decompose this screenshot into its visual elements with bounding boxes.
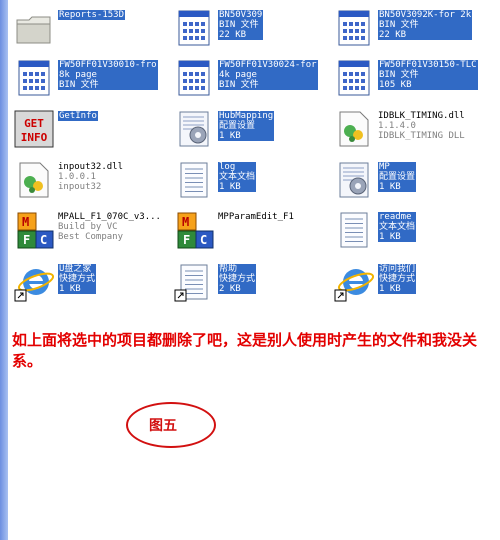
bin-file-icon — [14, 58, 54, 98]
file-name: FW50FF01V30010-fro — [58, 60, 158, 70]
getinfo-badge-info: INFO — [21, 131, 48, 144]
svg-text:C: C — [40, 233, 47, 247]
file-detail: Build by VC — [58, 222, 118, 232]
file-detail: 1 KB — [218, 131, 275, 141]
bin-file-icon — [334, 58, 374, 98]
file-label: 访问我们 快捷方式 1 KB — [378, 264, 417, 294]
file-label: inpout32.dll 1.0.0.1 inpout32 — [58, 162, 123, 192]
file-label: BN50V309 BIN 文件 22 KB — [218, 10, 264, 40]
bin-file-icon — [174, 8, 214, 48]
file-label: MP 配置设置 1 KB — [378, 162, 417, 192]
file-detail: 1.1.4.0 — [378, 121, 416, 131]
file-name: 帮助 — [218, 264, 257, 274]
file-detail: 1 KB — [378, 182, 417, 192]
ie-shortcut-icon — [14, 262, 55, 302]
text-file-icon — [334, 210, 374, 250]
file-label: log 文本文档 1 KB — [218, 162, 257, 192]
file-detail: 快捷方式 — [58, 274, 97, 284]
dll-file-icon — [14, 160, 54, 200]
file-label: Reports-153D — [58, 10, 126, 20]
file-name: MPALL_F1_070C_v3... — [58, 212, 161, 222]
file-label: U盘之家 快捷方式 1 KB — [58, 264, 97, 294]
file-label: FW50FF01V30010-fro 8k page BIN 文件 — [58, 60, 158, 90]
svg-text:M: M — [182, 215, 189, 229]
file-detail: BIN 文件 — [58, 80, 158, 90]
file-detail: inpout32 — [58, 182, 102, 192]
file-detail: 105 KB — [378, 80, 478, 90]
file-detail: BIN 文件 — [218, 80, 318, 90]
file-label: HubMapping 配置设置 1 KB — [218, 111, 275, 141]
caption-text: 如上面将选中的项目都删除了吧，这是别人使用时产生的文件和我没关系。 — [12, 331, 478, 370]
text-shortcut-icon — [174, 262, 214, 302]
file-detail: 8k page — [58, 70, 158, 80]
getinfo-app-icon: GET INFO — [14, 109, 54, 149]
file-detail: BIN 文件 — [378, 20, 473, 30]
file-name: FW50FF01V30150-TLC — [378, 60, 478, 70]
dll-file-icon — [334, 109, 374, 149]
file-detail: 1 KB — [58, 284, 97, 294]
file-label: FW50FF01V30150-TLC BIN 文件 105 KB — [378, 60, 478, 90]
file-detail: 文本文档 — [378, 222, 417, 232]
file-name: log — [218, 162, 257, 172]
text-file-icon — [174, 160, 214, 200]
svg-text:C: C — [200, 233, 207, 247]
file-name: Reports-153D — [58, 10, 126, 20]
figure-label: 图五 — [149, 418, 177, 434]
file-detail: 1 KB — [378, 284, 417, 294]
file-detail: 配置设置 — [378, 172, 417, 182]
file-name: inpout32.dll — [58, 162, 124, 172]
file-detail: 4k page — [218, 70, 318, 80]
window-left-edge — [0, 0, 8, 540]
bin-file-icon — [334, 8, 374, 48]
file-detail: 1 KB — [218, 182, 257, 192]
file-name: BN50V3092K-for 2k — [378, 10, 473, 20]
file-detail: 22 KB — [378, 30, 473, 40]
file-detail: 1.0.0.1 — [58, 172, 96, 182]
file-name: IDBLK_TIMING.dll — [378, 111, 465, 121]
file-name: MPParamEdit_F1 — [218, 212, 294, 222]
file-label: BN50V3092K-for 2k BIN 文件 22 KB — [378, 10, 473, 40]
svg-text:M: M — [22, 215, 29, 229]
file-detail: 文本文档 — [218, 172, 257, 182]
mfc-app-icon: MFC — [14, 210, 54, 250]
file-label: readme 文本文档 1 KB — [378, 212, 417, 242]
file-label: FW50FF01V30024-for 4k page BIN 文件 — [218, 60, 318, 90]
file-detail: 配置设置 — [218, 121, 275, 131]
file-detail: BIN 文件 — [378, 70, 478, 80]
file-name: U盘之家 — [58, 264, 97, 274]
file-name: readme — [378, 212, 417, 222]
bin-file-icon — [174, 58, 214, 98]
file-name: HubMapping — [218, 111, 275, 121]
file-name: 访问我们 — [378, 264, 417, 274]
svg-text:F: F — [23, 233, 30, 247]
getinfo-badge-get: GET — [24, 117, 44, 130]
folder-icon — [14, 8, 54, 48]
file-detail: 1 KB — [378, 232, 417, 242]
config-file-icon — [174, 109, 214, 149]
file-name: BN50V309 — [218, 10, 264, 20]
file-detail: 快捷方式 — [218, 274, 257, 284]
file-name: GetInfo — [58, 111, 98, 121]
file-name: MP — [378, 162, 417, 172]
file-label: GetInfo — [58, 111, 98, 121]
file-detail: 2 KB — [218, 284, 257, 294]
file-label: IDBLK_TIMING.dll 1.1.4.0 IDBLK_TIMING DLL — [378, 111, 465, 141]
file-detail: Best Company — [58, 232, 124, 242]
file-name: FW50FF01V30024-for — [218, 60, 318, 70]
file-detail: BIN 文件 — [218, 20, 264, 30]
ie-shortcut-icon — [334, 262, 375, 302]
svg-text:F: F — [183, 233, 190, 247]
file-label: MPParamEdit_F1 — [218, 212, 294, 222]
file-label: 帮助 快捷方式 2 KB — [218, 264, 257, 294]
file-detail: 快捷方式 — [378, 274, 417, 284]
file-detail: IDBLK_TIMING DLL — [378, 131, 465, 141]
config-file-icon — [334, 160, 374, 200]
file-label: MPALL_F1_070C_v3... Build by VC Best Compa… — [58, 212, 161, 242]
mfc-app-icon: MFC — [174, 210, 214, 250]
file-detail: 22 KB — [218, 30, 264, 40]
